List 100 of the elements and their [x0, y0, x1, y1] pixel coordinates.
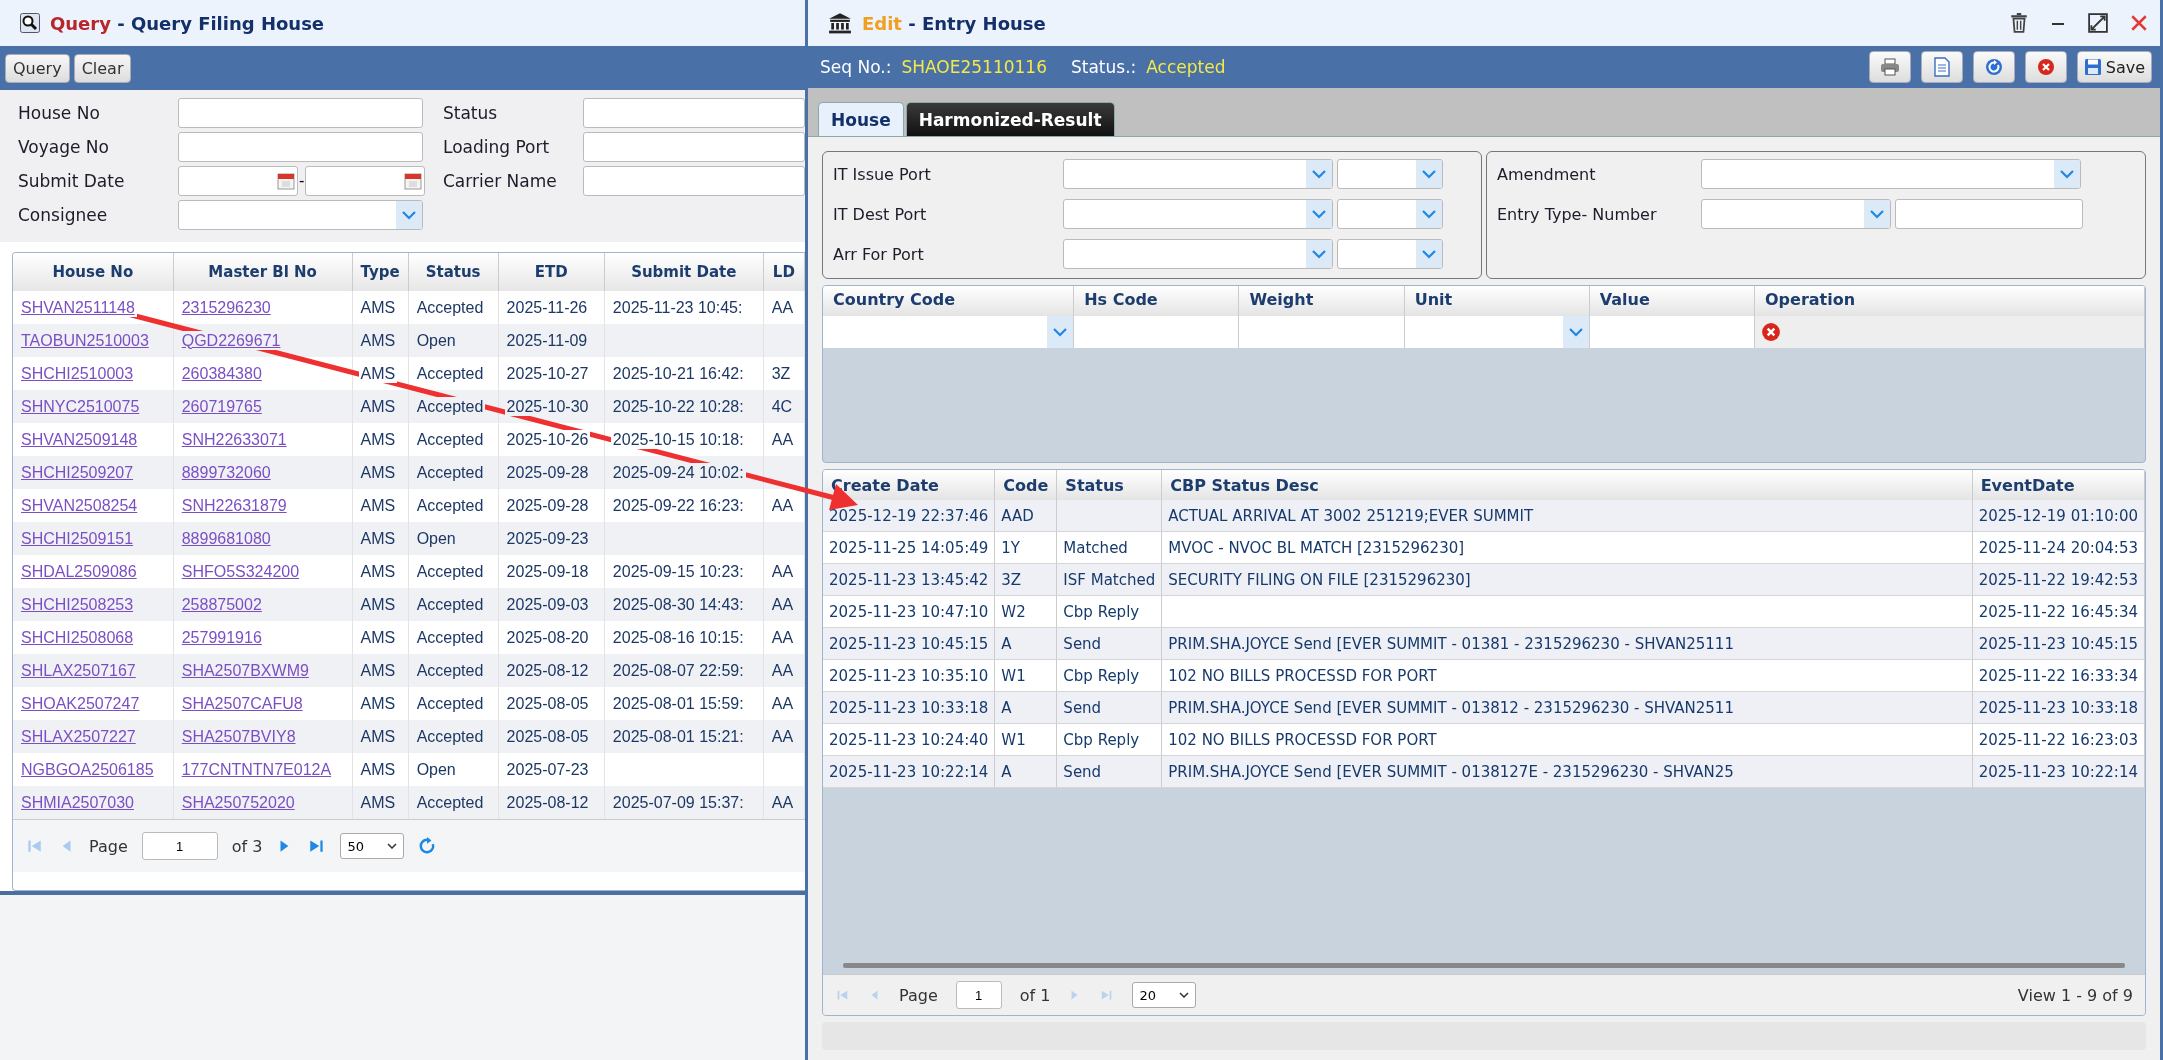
table-cell: SECURITY FILING ON FILE [2315296230]	[1168, 570, 1471, 589]
chevron-down-icon	[1179, 992, 1190, 998]
document-button[interactable]	[1920, 51, 1963, 83]
dropdown-field[interactable]	[1063, 239, 1333, 269]
refresh-icon[interactable]	[418, 837, 437, 855]
field-label: IT Dest Port	[833, 204, 928, 224]
chevron-down-icon	[1870, 209, 1884, 219]
tab[interactable]: House	[818, 102, 904, 136]
page-label: Page	[899, 985, 938, 1005]
chevron-down-icon	[1312, 209, 1326, 219]
search-icon	[20, 13, 40, 33]
tab[interactable]: Harmonized-Result	[905, 102, 1115, 136]
horizontal-scrollbar[interactable]	[843, 963, 2125, 968]
window-title: Query - Query Filing House	[50, 12, 325, 34]
table-cell: 2025-11-23 10:47:10	[829, 602, 989, 621]
dropdown-field[interactable]	[1701, 159, 2081, 189]
column-header[interactable]: Master Bl No	[173, 253, 353, 291]
page-label: Page	[89, 836, 128, 856]
dropdown-field[interactable]	[1063, 159, 1333, 189]
table-cell: 2025-11-24 20:04:53	[1978, 538, 2138, 557]
column-header[interactable]: ETD	[498, 253, 605, 291]
column-header[interactable]: EventDate	[1972, 470, 2145, 500]
date-field[interactable]	[178, 166, 298, 196]
page-size-select[interactable]: 50	[340, 833, 405, 859]
bank-icon	[828, 12, 852, 34]
close-circle-icon	[2036, 58, 2055, 76]
table-cell: A	[1001, 698, 1012, 717]
table-cell: A	[1001, 634, 1012, 653]
chevron-down-icon	[1422, 209, 1436, 219]
dropdown-field[interactable]	[1337, 159, 1443, 189]
status-label: Status.:	[1070, 57, 1137, 77]
table-cell: Matched	[1063, 538, 1128, 557]
chevron-down-icon	[2060, 169, 2074, 179]
text-field[interactable]	[583, 98, 805, 128]
date-field[interactable]	[305, 166, 426, 196]
table-cell: W1	[1001, 666, 1026, 685]
delete-icon[interactable]	[1761, 322, 1781, 342]
table-cell: PRIM.SHA.JOYCE Send [EVER SUMMIT - 013812 - 2315296230 - SHVAN2511	[1168, 698, 1734, 717]
page-field[interactable]: 1	[955, 981, 1002, 1009]
refresh-button[interactable]	[1972, 51, 2015, 83]
text-field[interactable]	[583, 166, 805, 196]
status-value: Accepted	[1146, 57, 1226, 77]
table-cell: 2025-11-23 13:45:42	[829, 570, 989, 589]
close-icon[interactable]	[2130, 14, 2148, 32]
field-label: IT Issue Port	[833, 164, 932, 184]
dropdown-field[interactable]	[1063, 199, 1333, 229]
column-header[interactable]: Code	[994, 470, 1057, 500]
maximize-icon[interactable]	[2088, 13, 2108, 33]
column-header[interactable]: Status	[1056, 470, 1162, 500]
field-label: Entry Type- Number	[1497, 204, 1658, 224]
page-field[interactable]: 1	[141, 832, 218, 860]
dropdown-field[interactable]	[1337, 239, 1443, 269]
calendar-icon[interactable]	[404, 172, 423, 190]
page-count: of 3	[231, 836, 263, 856]
table-cell: 2025-11-23 10:33:18	[829, 698, 989, 717]
table-cell: 2025-11-23 10:33:18	[1978, 698, 2138, 717]
print-button[interactable]	[1868, 51, 1911, 83]
field-label: Amendment	[1497, 164, 1597, 184]
clear-button[interactable]: Clear	[73, 53, 132, 83]
table-cell: 2025-11-22 16:23:03	[1978, 730, 2138, 749]
table-cell: 102 NO BILLS PROCESSD FOR PORT	[1168, 730, 1437, 749]
table-cell: 2025-11-23 10:45:15	[1978, 634, 2138, 653]
text-field[interactable]	[178, 132, 423, 162]
query-button[interactable]: Query	[5, 53, 70, 83]
table-cell: Send	[1063, 634, 1102, 653]
column-header[interactable]: Status	[408, 253, 499, 291]
column-header[interactable]: CBP Status Desc	[1161, 470, 1973, 500]
text-field[interactable]	[1895, 199, 2083, 229]
table-cell: 2025-12-19 22:37:46	[829, 506, 989, 525]
table-cell: Accepted	[414, 396, 486, 416]
field-label: Status	[442, 103, 499, 123]
column-header[interactable]: House No	[13, 253, 174, 291]
dropdown-field[interactable]	[1337, 199, 1443, 229]
table-cell: 2025-11-23 10:22:14	[1978, 762, 2138, 781]
table-cell: W1	[1001, 730, 1026, 749]
table-cell: 2025-11-23 10:45:15	[829, 634, 989, 653]
column-header[interactable]: Type	[352, 253, 409, 291]
table-cell: AAD	[1001, 506, 1034, 525]
text-field[interactable]	[178, 98, 423, 128]
dropdown-field[interactable]	[178, 200, 423, 230]
table-cell: 2025-12-19 01:10:00	[1978, 506, 2138, 525]
column-header[interactable]: Submit Date	[604, 253, 764, 291]
master-bl-link[interactable]: QGD2269671	[179, 330, 283, 350]
chevron-down-icon	[1422, 249, 1436, 259]
dropdown-field[interactable]	[1701, 199, 1891, 229]
save-button[interactable]: Save	[2076, 51, 2152, 83]
field-label: Carrier Name	[442, 171, 558, 191]
field-label: House No	[18, 103, 101, 123]
page-size-select[interactable]: 20	[1132, 982, 1197, 1008]
calendar-icon[interactable]	[277, 172, 295, 190]
cancel-button[interactable]	[2024, 51, 2067, 83]
table-cell: PRIM.SHA.JOYCE Send [EVER SUMMIT - 01381 - 2315296230 - SHVAN25111	[1168, 634, 1734, 653]
table-cell: PRIM.SHA.JOYCE Send [EVER SUMMIT - 0138127E - 2315296230 - SHVAN25	[1168, 762, 1734, 781]
column-header[interactable]: Create Date	[823, 470, 995, 500]
text-field[interactable]	[583, 132, 805, 162]
table-cell: 102 NO BILLS PROCESSD FOR PORT	[1168, 666, 1437, 685]
chevron-down-icon	[1422, 169, 1436, 179]
trash-icon[interactable]	[2010, 13, 2028, 33]
column-header[interactable]: LD	[763, 253, 805, 291]
chevron-down-icon	[1568, 327, 1583, 337]
